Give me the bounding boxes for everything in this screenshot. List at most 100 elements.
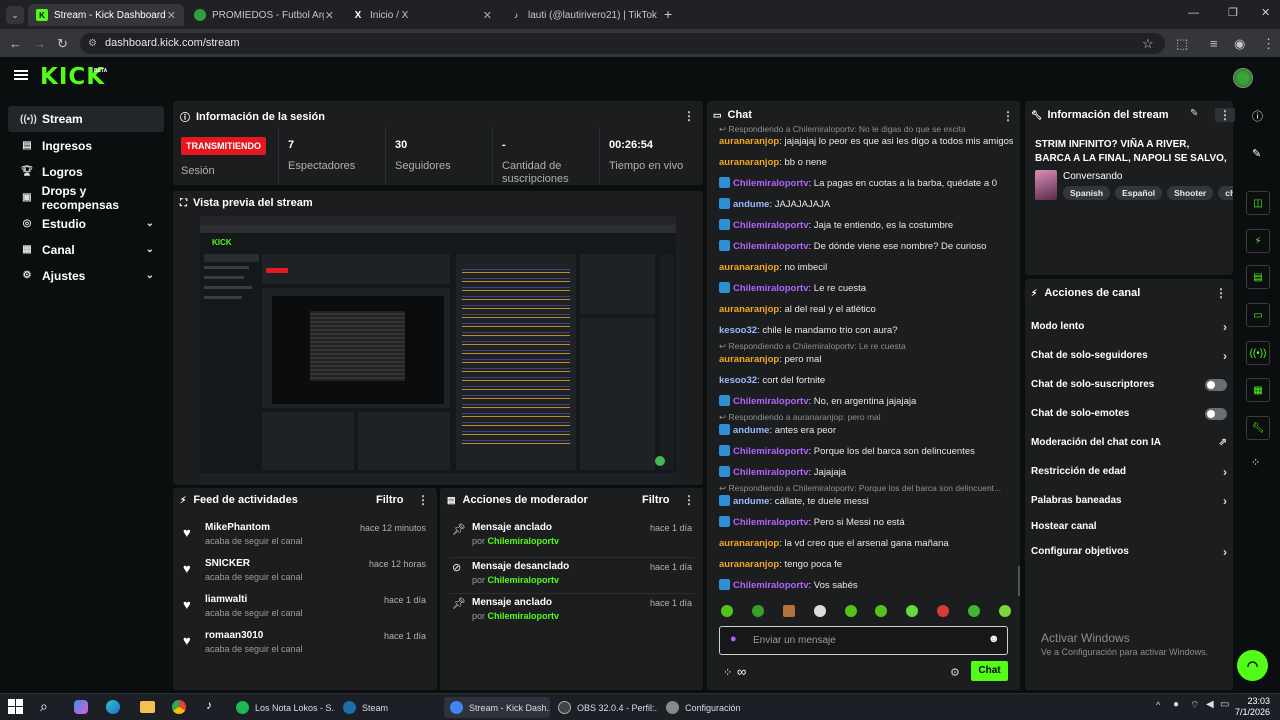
chat-panel-menu[interactable]: ⋮ (1002, 109, 1014, 123)
menu-icon[interactable]: ⋮ (1262, 36, 1275, 52)
chat-message[interactable]: andume: cállate, te duele messi (719, 495, 1013, 508)
bookmark-star-icon[interactable]: ☆ (1142, 36, 1154, 52)
send-chat-button[interactable]: Chat (971, 661, 1008, 681)
chat-username[interactable]: auranaranjop (719, 136, 779, 147)
chat-message[interactable]: Chilemiraloportv: Pero si Messi no está (719, 516, 1013, 529)
mod-panel-menu[interactable]: ⋮ (683, 493, 695, 507)
rail-chat-button[interactable]: ▭ (1246, 303, 1270, 327)
emote-icon[interactable] (844, 605, 857, 617)
close-tab-icon[interactable]: ✕ (325, 9, 334, 22)
emote-icon[interactable] (813, 605, 826, 617)
rail-document-button[interactable]: ▤ (1246, 265, 1270, 289)
sidebar-item-drops[interactable]: ▣ Drops y recompensas (8, 184, 164, 212)
chat-message[interactable]: Chilemiraloportv: Porque los del barca s… (719, 445, 1013, 458)
taskbar-app-spotify[interactable]: Los Nota Lokos - S... (230, 697, 335, 718)
tag-chip[interactable]: chill (1218, 186, 1233, 200)
close-window-button[interactable]: ✕ (1261, 6, 1270, 19)
taskbar-app-chrome[interactable]: Stream - Kick Dash... (444, 697, 550, 718)
chat-message[interactable]: auranaranjop: no imbecil (719, 261, 1013, 274)
url-field[interactable]: ⚙ dashboard.kick.com/stream (80, 33, 1165, 54)
close-tab-icon[interactable]: ✕ (483, 9, 492, 22)
chat-username[interactable]: Chilemiraloportv (733, 220, 809, 231)
emote-icon[interactable] (751, 605, 764, 617)
activity-panel-menu[interactable]: ⋮ (417, 493, 429, 507)
media-icon[interactable]: ≡ (1210, 36, 1218, 51)
close-tab-icon[interactable]: ✕ (657, 9, 658, 22)
microphone-tray-icon[interactable]: ● (1173, 699, 1179, 710)
chat-message[interactable]: auranaranjop: jajajajaj lo peor es que a… (719, 135, 1013, 148)
emote-icon[interactable] (875, 605, 888, 617)
maximize-button[interactable]: ❐ (1228, 6, 1238, 19)
chat-username[interactable]: andume (733, 425, 769, 436)
tag-chip[interactable]: Spanish (1063, 186, 1111, 200)
search-icon[interactable]: ⌕ (40, 698, 48, 715)
chat-settings-icon[interactable]: ⚙ (950, 666, 960, 679)
activity-filter-button[interactable]: Filtro (376, 494, 404, 506)
tag-chip[interactable]: Español (1115, 186, 1163, 200)
site-info-icon[interactable]: ⚙ (88, 33, 97, 54)
chat-username[interactable]: auranaranjop (719, 157, 779, 168)
chat-username[interactable]: auranaranjop (719, 354, 779, 365)
action-goals[interactable]: Configurar objetivos › (1031, 537, 1227, 566)
chat-username[interactable]: kesoo32 (719, 325, 757, 336)
channel-points-icon[interactable]: ⁘ (723, 666, 732, 679)
taskbar-date[interactable]: 7/1/2026 (1230, 707, 1270, 717)
rail-wrench-button[interactable]: 🔧︎ (1246, 416, 1270, 440)
rail-layout-button[interactable]: ▦ (1246, 378, 1270, 402)
action-host-channel[interactable]: Hostear canal (1031, 515, 1227, 537)
stream-info-menu[interactable]: ⋮ (1215, 108, 1235, 122)
explorer-icon[interactable] (140, 701, 155, 713)
rail-bolt-button[interactable]: ⚡︎ (1246, 229, 1270, 253)
sidebar-item-ajustes[interactable]: ⚙ Ajustes ⌄ (8, 263, 164, 289)
emote-icon[interactable] (998, 605, 1011, 617)
taskbar-app-steam[interactable]: Steam (337, 697, 442, 718)
chat-username[interactable]: andume (733, 199, 769, 210)
chat-message[interactable]: auranaranjop: al del real y el atlético (719, 303, 1013, 316)
chat-message[interactable]: andume: antes era peor (719, 424, 1013, 437)
chat-message[interactable]: auranaranjop: la vd creo que el arsenal … (719, 537, 1013, 550)
chat-message[interactable]: Chilemiraloportv: Jajajaja (719, 466, 1013, 479)
subscribers-only-toggle[interactable] (1205, 378, 1227, 391)
action-age-restriction[interactable]: Restricción de edad › (1031, 457, 1227, 486)
chat-username[interactable]: Chilemiraloportv (733, 178, 809, 189)
emote-icon[interactable] (937, 605, 950, 617)
browser-tab-promiedos[interactable]: PROMIEDOS - Futbol Argentino✕ (186, 4, 342, 26)
edit-icon[interactable]: ✎ (1252, 147, 1261, 160)
chat-username[interactable]: kesoo32 (719, 375, 757, 386)
emotes-only-toggle[interactable] (1205, 407, 1227, 420)
action-slow-mode[interactable]: Modo lento › (1031, 312, 1227, 341)
emote-icon[interactable] (968, 605, 980, 617)
info-icon[interactable]: ⓘ (1252, 108, 1263, 124)
rail-broadcast-button[interactable]: ((•)) (1246, 341, 1270, 365)
chat-username[interactable]: auranaranjop (719, 262, 779, 273)
edge-icon[interactable] (106, 700, 120, 714)
browser-tab-tiktok[interactable]: ♪ lauti (@lautirivero21) | TikTok✕ (502, 4, 658, 26)
browser-tab-kick[interactable]: K Stream - Kick Dashboard ✕ (28, 4, 184, 26)
profile-icon[interactable]: ◉ (1234, 36, 1245, 52)
chat-username[interactable]: Chilemiraloportv (733, 446, 809, 457)
sidebar-item-estudio[interactable]: ◎ Estudio ⌄ (8, 211, 164, 237)
emoji-icon[interactable]: ☻ (988, 633, 1000, 645)
chat-message[interactable]: kesoo32: chile le mandamo trio con aura? (719, 324, 1013, 337)
stream-preview-video[interactable]: KICK (200, 216, 676, 485)
chat-username[interactable]: Chilemiraloportv (733, 241, 809, 252)
emote-icon[interactable] (721, 605, 733, 617)
chat-message[interactable]: Chilemiraloportv: Vos sabés (719, 579, 1013, 592)
chat-username[interactable]: auranaranjop (719, 559, 779, 570)
sidebar-item-canal[interactable]: ▦ Canal ⌄ (8, 237, 164, 263)
battery-icon[interactable]: ▭ (1220, 699, 1229, 710)
chat-message[interactable]: auranaranjop: bb o nene (719, 156, 1013, 169)
sidebar-item-logros[interactable]: 🏆︎ Logros (8, 159, 164, 185)
more-icon[interactable]: ⁘ (1251, 456, 1260, 469)
tray-chevron-icon[interactable]: ^ (1156, 700, 1160, 710)
support-chat-button[interactable]: ◠ (1237, 650, 1268, 681)
taskbar-app-obs[interactable]: OBS 32.0.4 - Perfil:... (552, 697, 658, 718)
category-name[interactable]: Conversando (1063, 171, 1122, 182)
taskbar-time[interactable]: 23:03 (1238, 696, 1270, 706)
chat-username[interactable]: auranaranjop (719, 304, 779, 315)
chat-username[interactable]: Chilemiraloportv (733, 467, 809, 478)
edit-icon[interactable]: ✎ (1190, 108, 1198, 119)
extensions-icon[interactable]: ⬚ (1176, 36, 1188, 52)
minimize-button[interactable]: — (1188, 7, 1199, 19)
forward-icon[interactable]: → (33, 36, 46, 51)
